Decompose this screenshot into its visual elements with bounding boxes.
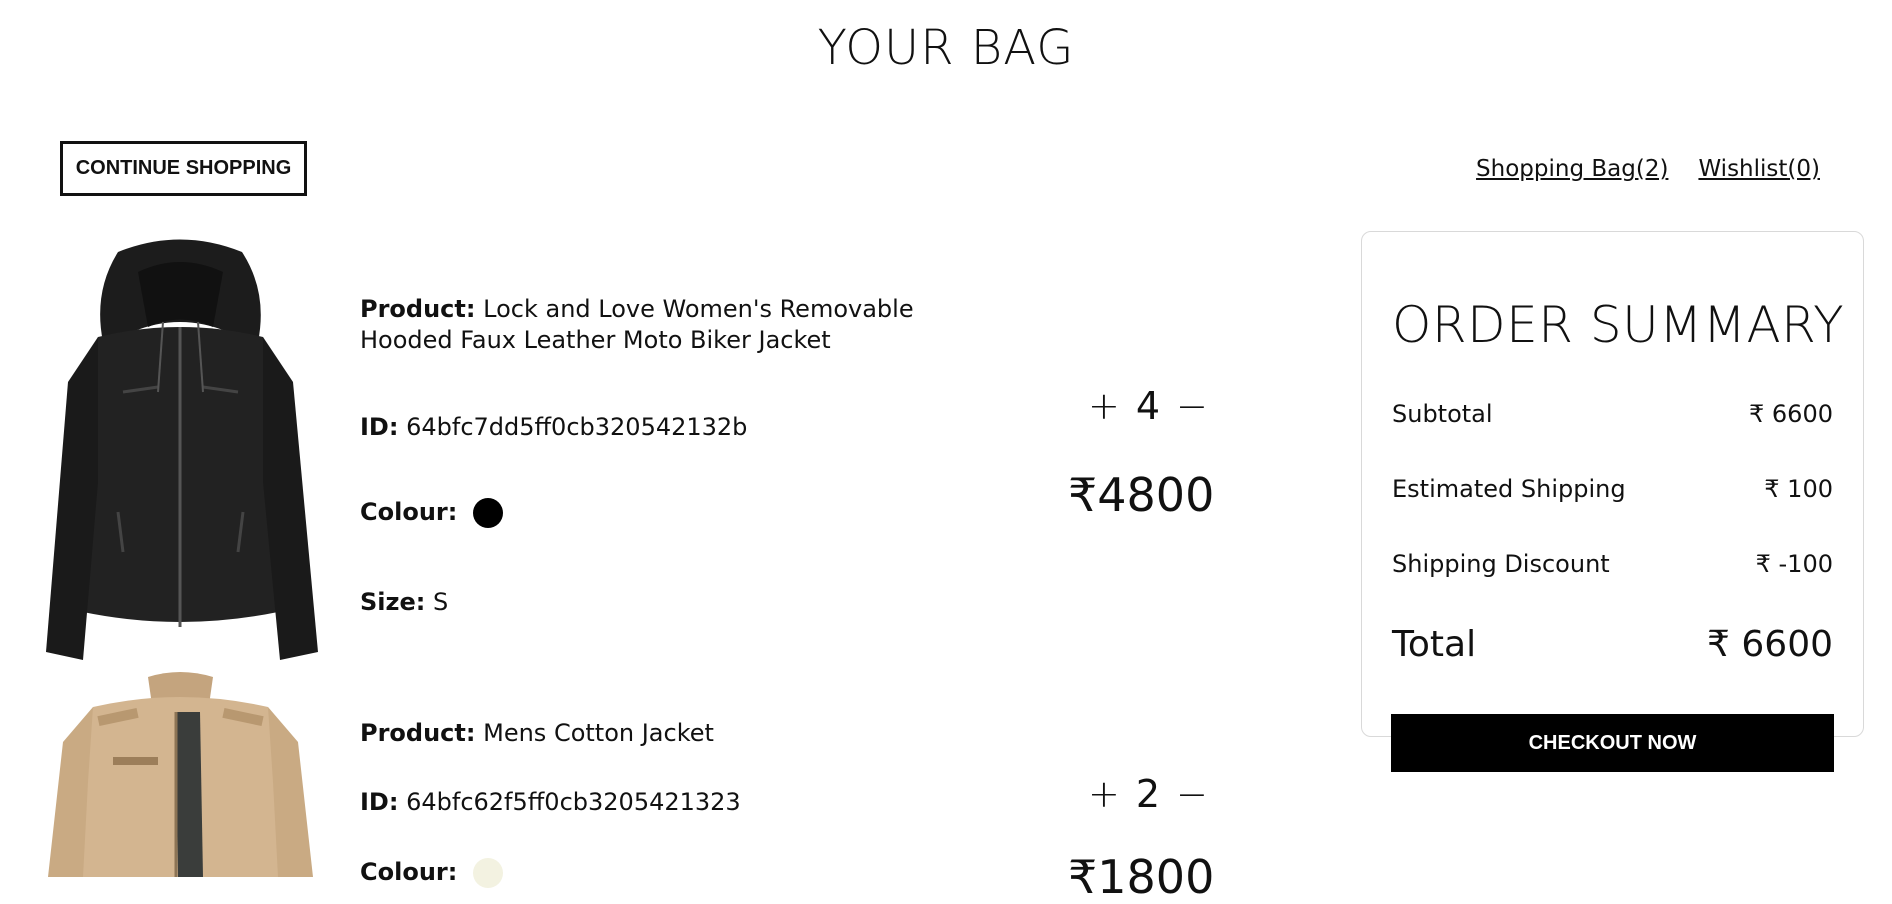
quantity-stepper: + 4 − [1088, 384, 1208, 428]
product-image-black-jacket [46, 239, 318, 660]
product-size: S [433, 588, 449, 616]
subtotal-label: Subtotal [1392, 400, 1493, 428]
id-label: ID: [360, 788, 399, 816]
product-name-field: Product: Mens Cotton Jacket [360, 719, 714, 747]
decrease-quantity-button[interactable]: − [1176, 772, 1208, 816]
continue-shopping-button[interactable]: CONTINUE SHOPPING [60, 141, 307, 196]
shipping-discount-row: Shipping Discount ₹ -100 [1392, 550, 1833, 578]
shipping-discount-value: ₹ -100 [1755, 550, 1833, 578]
quantity-value: 2 [1135, 772, 1161, 816]
top-links: Shopping Bag(2) Wishlist(0) [1476, 156, 1820, 182]
subtotal-value: ₹ 6600 [1749, 400, 1833, 428]
product-price: ₹1800 [1068, 850, 1215, 904]
quantity-value: 4 [1135, 384, 1161, 428]
estimated-shipping-row: Estimated Shipping ₹ 100 [1392, 475, 1833, 503]
product-size-field: Size: S [360, 588, 448, 616]
colour-swatch [472, 498, 503, 528]
cart-item: Product: Lock and Love Women's Removable… [28, 232, 1328, 672]
product-name-field: Product: Lock and Love Women's Removable… [360, 294, 914, 356]
product-label: Product: [360, 295, 476, 323]
wishlist-link[interactable]: Wishlist(0) [1698, 156, 1820, 182]
shopping-bag-link[interactable]: Shopping Bag(2) [1476, 156, 1668, 182]
product-price: ₹4800 [1068, 468, 1215, 522]
subtotal-row: Subtotal ₹ 6600 [1392, 400, 1833, 428]
product-label: Product: [360, 719, 476, 747]
product-name-line1: Mens Cotton Jacket [483, 719, 714, 747]
product-id-field: ID: 64bfc62f5ff0cb3205421323 [360, 788, 741, 816]
colour-label: Colour: [360, 858, 458, 886]
increase-quantity-button[interactable]: + [1088, 772, 1120, 816]
product-image-tan-jacket [48, 672, 313, 877]
product-id: 64bfc62f5ff0cb3205421323 [406, 788, 741, 816]
order-summary-panel: ORDER SUMMARY Subtotal ₹ 6600 Estimated … [1361, 231, 1864, 737]
order-summary-title: ORDER SUMMARY [1392, 296, 1845, 354]
product-name-line1: Lock and Love Women's Removable [483, 295, 914, 323]
increase-quantity-button[interactable]: + [1088, 384, 1120, 428]
product-colour-field: Colour: [360, 858, 503, 888]
estimated-shipping-label: Estimated Shipping [1392, 475, 1626, 503]
colour-label: Colour: [360, 498, 458, 526]
total-value: ₹ 6600 [1707, 624, 1833, 665]
cart-item: Product: Mens Cotton Jacket ID: 64bfc62f… [28, 672, 1328, 904]
product-colour-field: Colour: [360, 498, 503, 528]
id-label: ID: [360, 413, 399, 441]
total-row: Total ₹ 6600 [1392, 624, 1833, 665]
product-id: 64bfc7dd5ff0cb320542132b [406, 413, 748, 441]
product-id-field: ID: 64bfc7dd5ff0cb320542132b [360, 413, 747, 441]
estimated-shipping-value: ₹ 100 [1764, 475, 1833, 503]
quantity-stepper: + 2 − [1088, 772, 1208, 816]
shipping-discount-label: Shipping Discount [1392, 550, 1610, 578]
product-name-line2: Hooded Faux Leather Moto Biker Jacket [360, 326, 831, 354]
decrease-quantity-button[interactable]: − [1176, 384, 1208, 428]
colour-swatch [472, 858, 503, 888]
page-title: YOUR BAG [817, 20, 1075, 76]
total-label: Total [1392, 624, 1477, 665]
size-label: Size: [360, 588, 426, 616]
checkout-now-button[interactable]: CHECKOUT NOW [1391, 714, 1834, 772]
